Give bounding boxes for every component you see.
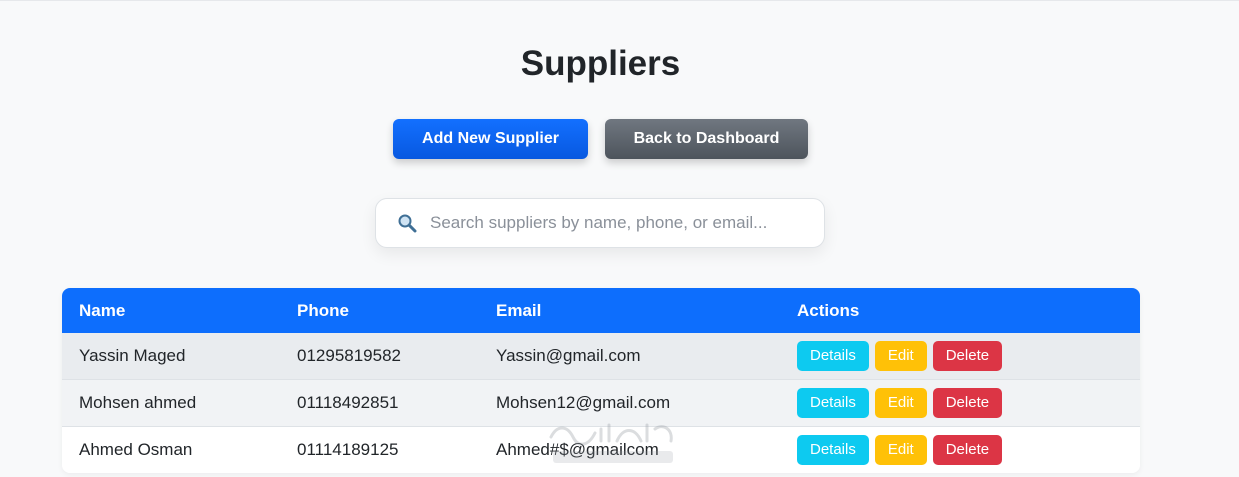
table-row: Mohsen ahmed 01118492851 Mohsen12@gmail.… — [62, 379, 1140, 427]
table-row: Ahmed Osman 01114189125 Ahmed#$@gmailcom… — [62, 426, 1140, 474]
cell-actions: Details Edit Delete — [780, 333, 1140, 380]
cell-name: Mohsen ahmed — [62, 379, 280, 427]
delete-button[interactable]: Delete — [932, 388, 1003, 418]
search-input[interactable] — [430, 213, 800, 233]
cell-name: Ahmed Osman — [79, 440, 193, 459]
back-to-dashboard-button[interactable]: Back to Dashboard — [605, 119, 808, 159]
edit-button[interactable]: Edit — [874, 341, 927, 371]
toolbar: Add New Supplier Back to Dashboard — [393, 119, 808, 159]
details-button[interactable]: Details — [797, 341, 869, 371]
cell-phone: 01114189125 — [297, 440, 399, 459]
column-header-actions: Actions — [797, 300, 860, 320]
cell-email: Mohsen12@gmail.com — [479, 379, 780, 427]
edit-button[interactable]: Edit — [874, 435, 927, 465]
add-supplier-button[interactable]: Add New Supplier — [393, 119, 588, 159]
page-title: Suppliers — [520, 44, 681, 83]
delete-button[interactable]: Delete — [932, 341, 1003, 371]
table-row: Yassin Maged 01295819582 Yassin@gmail.co… — [62, 333, 1140, 380]
cell-phone: 01295819582 — [280, 333, 479, 380]
details-button[interactable]: Details — [797, 388, 869, 418]
cell-actions: Details Edit Delete — [780, 427, 1140, 474]
top-divider — [0, 0, 1239, 1]
cell-email: Ahmed#$@gmailcom — [496, 440, 659, 459]
table-header-row: Name Phone Email Actions — [62, 288, 1140, 333]
suppliers-table: Name Phone Email Actions Yassin Maged 01… — [62, 288, 1140, 473]
column-header-phone: Phone — [297, 300, 349, 320]
cell-name: Yassin Maged — [62, 333, 280, 380]
cell-actions: Details Edit Delete — [780, 379, 1140, 427]
column-header-name: Name — [79, 300, 126, 320]
search-box — [375, 198, 825, 248]
details-button[interactable]: Details — [797, 435, 869, 465]
cell-phone: 01118492851 — [280, 379, 479, 427]
search-icon — [396, 212, 418, 234]
edit-button[interactable]: Edit — [874, 388, 927, 418]
delete-button[interactable]: Delete — [932, 435, 1003, 465]
column-header-email: Email — [496, 300, 542, 320]
cell-email: Yassin@gmail.com — [479, 333, 780, 380]
